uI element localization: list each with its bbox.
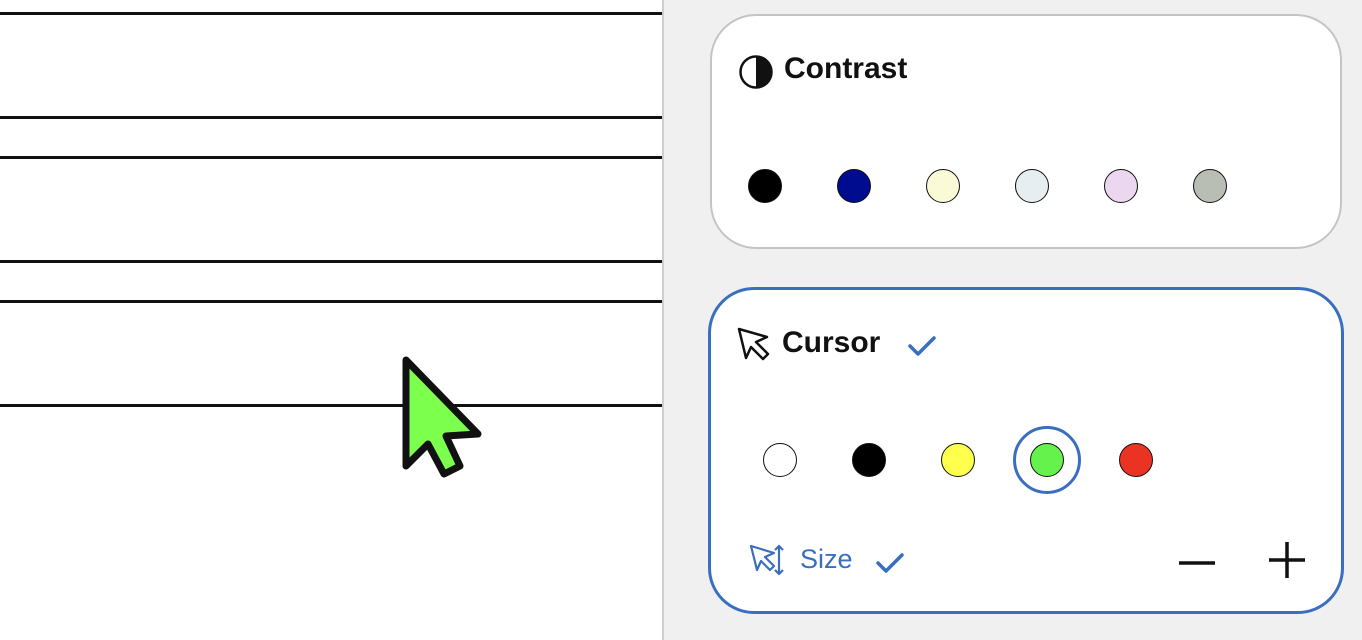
check-icon (908, 336, 936, 356)
cursor-size-icon (749, 544, 784, 576)
contrast-swatch-gray[interactable] (1193, 169, 1227, 203)
contrast-swatch-light-blue[interactable] (1015, 169, 1049, 203)
cursor-title: Cursor (782, 326, 881, 359)
size-label: Size (800, 544, 853, 574)
contrast-swatch-black[interactable] (748, 169, 782, 203)
settings-panel: Contrast Cursor Size (664, 0, 1362, 640)
text-line (0, 156, 662, 159)
contrast-card: Contrast (710, 14, 1342, 249)
contrast-swatch-navy[interactable] (837, 169, 871, 203)
cursor-swatch-black[interactable] (852, 443, 886, 477)
cursor-card: Cursor Size (708, 287, 1344, 614)
text-line (0, 404, 662, 407)
text-line (0, 116, 662, 119)
cursor-swatch-red[interactable] (1119, 443, 1153, 477)
contrast-swatch-cream[interactable] (926, 169, 960, 203)
cursor-swatch-green[interactable] (1030, 443, 1064, 477)
cursor-icon (737, 327, 770, 361)
preview-canvas (0, 0, 662, 640)
text-line (0, 300, 662, 303)
text-line (0, 260, 662, 263)
cursor-swatch-white[interactable] (763, 443, 797, 477)
contrast-swatch-lavender[interactable] (1104, 169, 1138, 203)
contrast-title: Contrast (784, 52, 908, 85)
plus-icon[interactable] (1267, 540, 1307, 580)
cursor-swatch-yellow[interactable] (941, 443, 975, 477)
check-icon (876, 553, 904, 573)
text-line (0, 12, 662, 15)
contrast-icon (739, 55, 773, 89)
minus-icon[interactable] (1177, 543, 1217, 583)
mouse-pointer-icon (402, 356, 482, 478)
